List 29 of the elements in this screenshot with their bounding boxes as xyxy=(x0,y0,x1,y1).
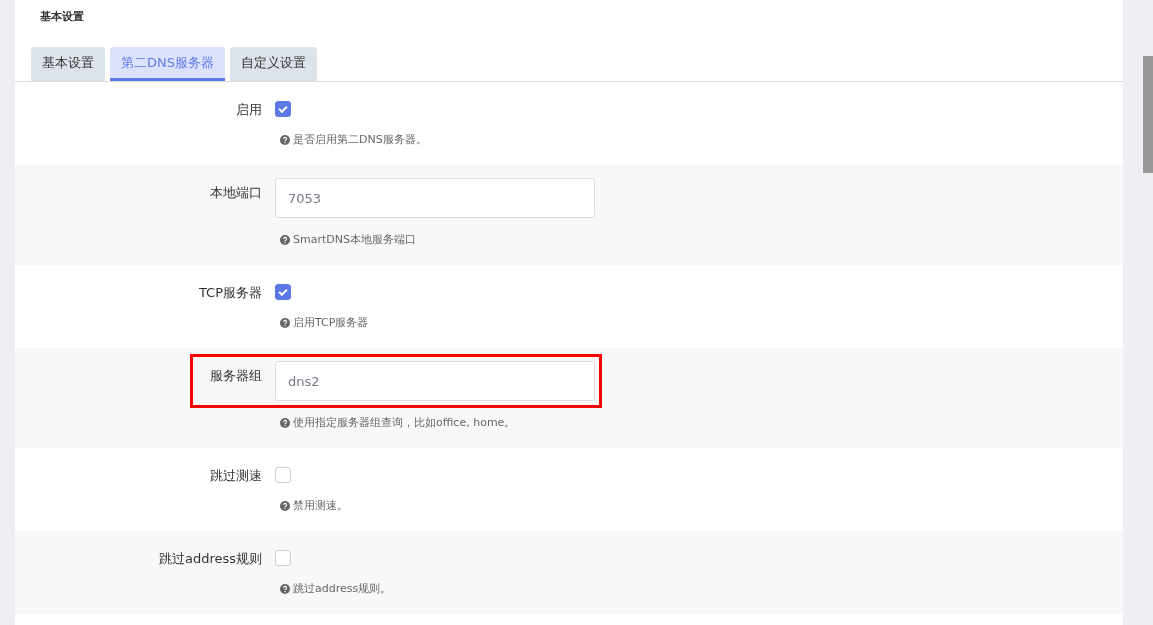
checkbox[interactable] xyxy=(275,101,291,117)
checkbox[interactable] xyxy=(275,550,291,566)
checkbox[interactable] xyxy=(275,467,291,483)
help-text: SmartDNS本地服务端口 xyxy=(293,232,416,247)
field-label: 本地端口 xyxy=(209,184,262,202)
help-text: 禁用测速。 xyxy=(293,498,348,513)
help-icon xyxy=(280,583,290,594)
help-icon xyxy=(280,417,290,428)
help-icon xyxy=(280,317,290,328)
help-icon xyxy=(280,500,290,511)
input-field[interactable]: 7053 xyxy=(275,178,595,218)
help-text: 使用指定服务器组查询，比如office, home。 xyxy=(293,415,516,430)
help-icon xyxy=(280,134,290,145)
field-label: 跳过address规则 xyxy=(157,550,262,568)
tab[interactable]: 自定义设置 xyxy=(230,47,317,81)
help-text: 是否启用第二DNS服务器。 xyxy=(293,132,427,147)
field-label: TCP服务器 xyxy=(197,284,262,302)
section-title: 基本设置 xyxy=(39,9,85,25)
help-text: 启用TCP服务器 xyxy=(293,315,369,330)
scrollbar-thumb[interactable] xyxy=(1143,56,1153,173)
field-label: 跳过测速 xyxy=(209,467,262,485)
help-icon xyxy=(280,234,290,245)
help-text: 跳过address规则。 xyxy=(293,581,392,596)
field-label: 服务器组 xyxy=(209,367,262,385)
tab[interactable]: 基本设置 xyxy=(31,47,105,81)
field-label: 启用 xyxy=(235,101,262,119)
checkbox[interactable] xyxy=(275,284,291,300)
input-field[interactable]: dns2 xyxy=(275,361,595,401)
tab[interactable]: 第二DNS服务器 xyxy=(110,47,225,81)
